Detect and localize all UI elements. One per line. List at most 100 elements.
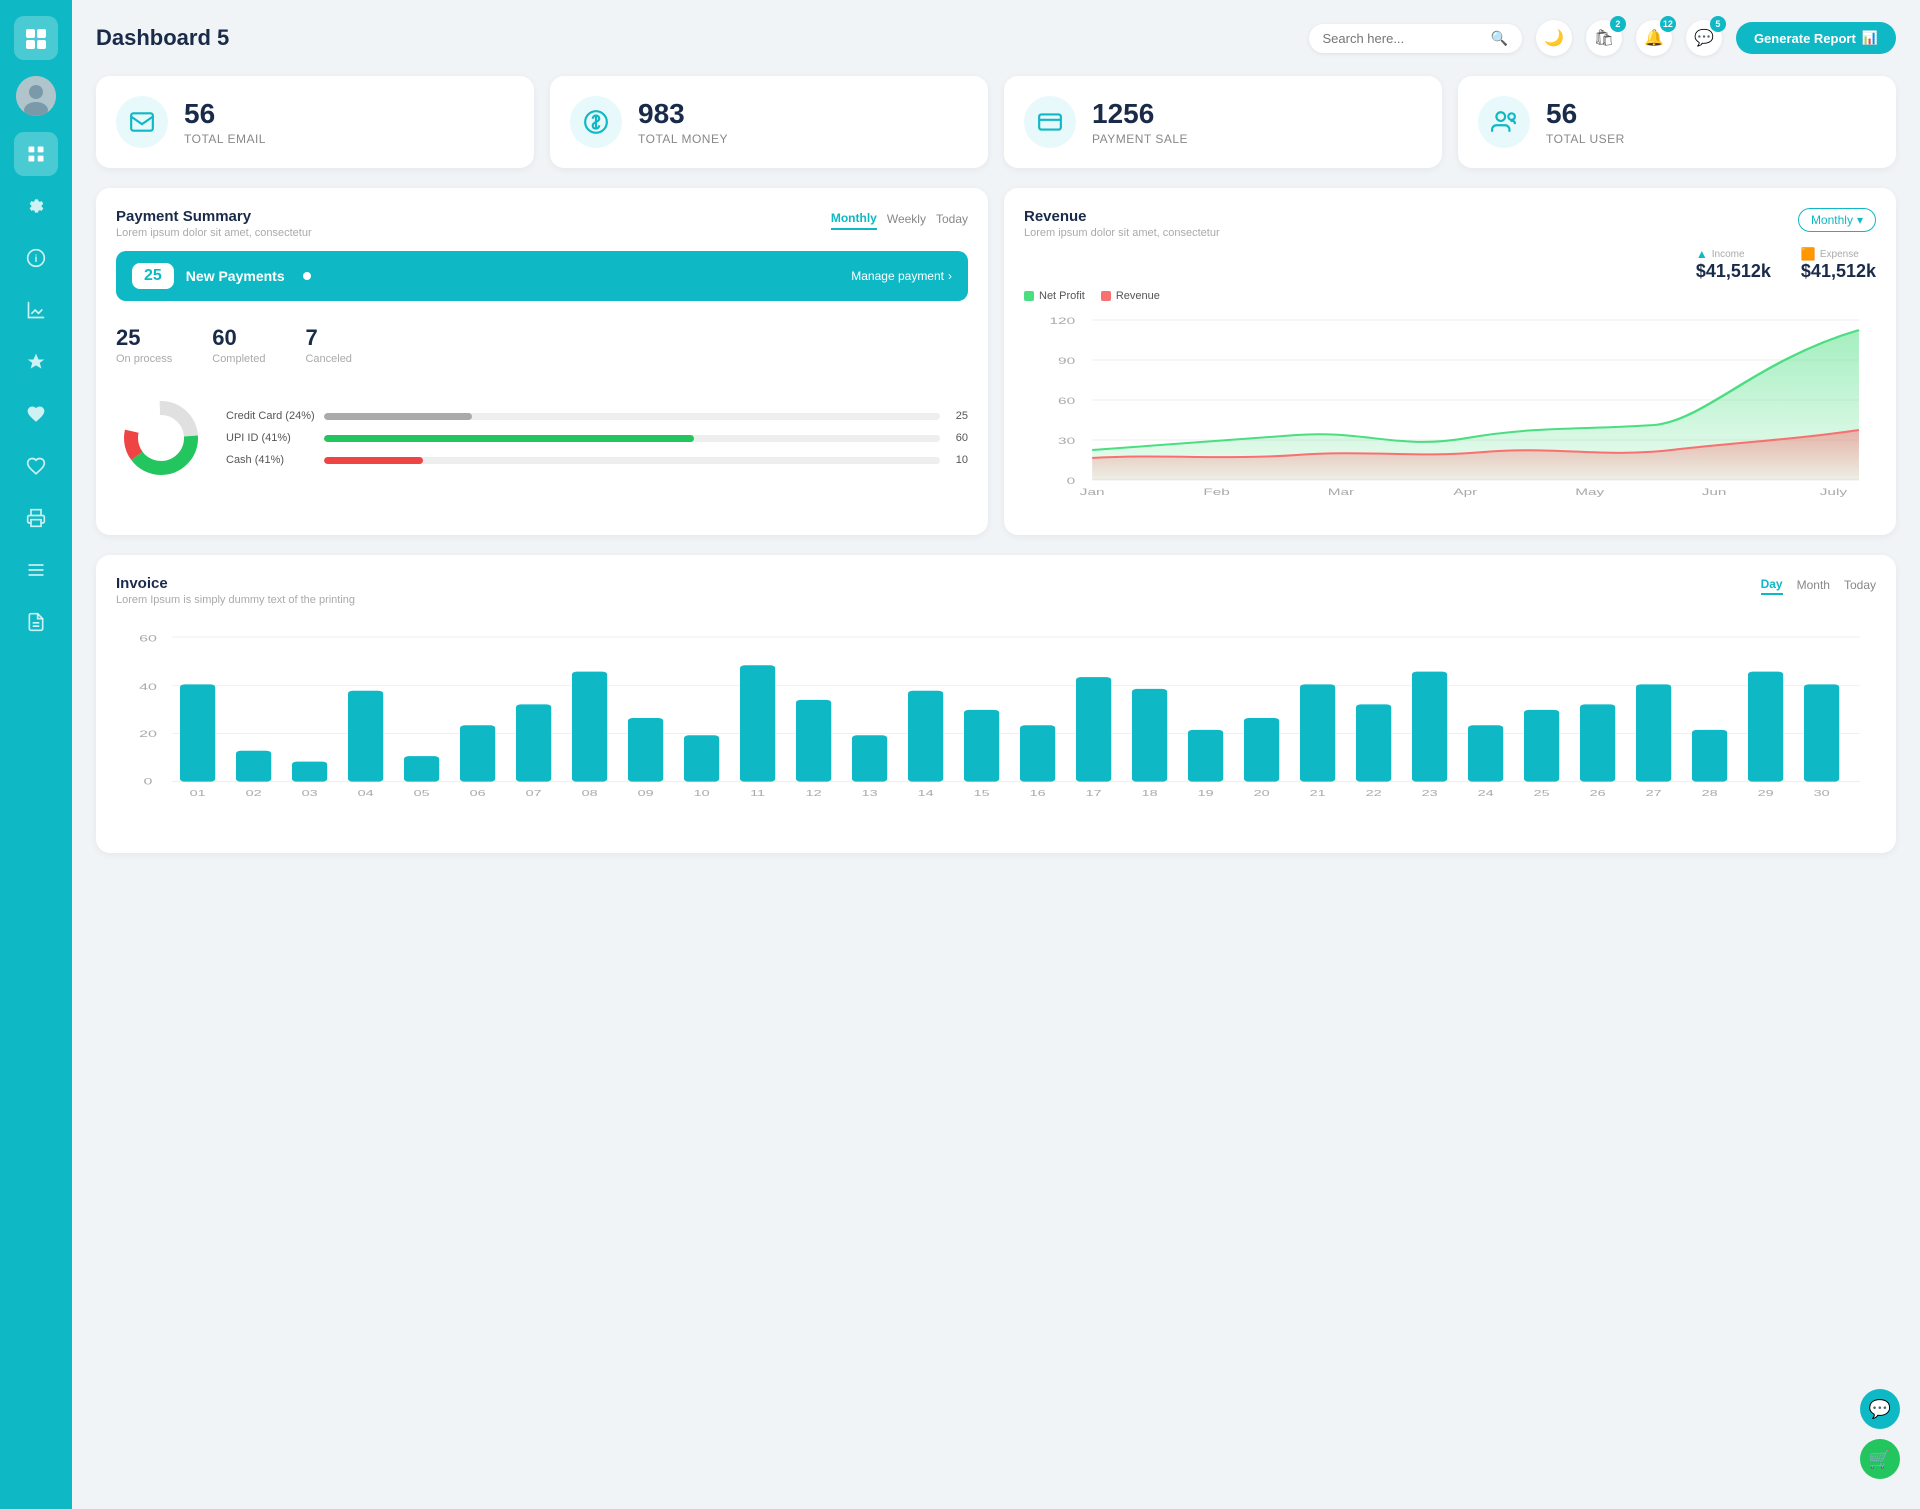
svg-text:13: 13 [862, 789, 878, 798]
invoice-tab-today[interactable]: Today [1844, 575, 1876, 595]
bag-badge: 2 [1610, 16, 1626, 32]
svg-text:120: 120 [1050, 316, 1076, 326]
svg-text:July: July [1820, 487, 1848, 497]
bar-04 [348, 691, 383, 782]
sidebar-item-settings[interactable] [14, 184, 58, 228]
income-up-icon: ▲ [1696, 247, 1708, 261]
svg-text:05: 05 [414, 789, 431, 798]
search-input[interactable] [1323, 31, 1483, 46]
bar-12 [796, 700, 831, 782]
breakdown-bars: Credit Card (24%) 25 UPI ID (41%) 60 [226, 410, 968, 466]
svg-text:02: 02 [246, 789, 262, 798]
svg-text:28: 28 [1702, 789, 1718, 798]
svg-text:Apr: Apr [1453, 487, 1477, 497]
search-box: 🔍 [1309, 24, 1522, 53]
sidebar-item-dashboard[interactable] [14, 132, 58, 176]
chat-badge: 5 [1710, 16, 1726, 32]
email-number: 56 [184, 98, 266, 130]
bar-label-upi: UPI ID (41%) [226, 432, 316, 444]
bag-icon-button[interactable]: 🛍 2 [1586, 20, 1622, 56]
sidebar-logo[interactable] [14, 16, 58, 60]
payment-icon [1024, 96, 1076, 148]
cart-float-button[interactable]: 🛒 [1860, 1439, 1900, 1479]
money-icon [570, 96, 622, 148]
canceled-stat: 7 Canceled [305, 325, 351, 365]
svg-text:Feb: Feb [1203, 487, 1229, 497]
svg-text:12: 12 [806, 789, 822, 798]
support-float-button[interactable]: 💬 [1860, 1389, 1900, 1429]
stat-card-email: 56 TOTAL EMAIL [96, 76, 534, 168]
bar-17 [1076, 677, 1111, 782]
tab-monthly[interactable]: Monthly [831, 208, 877, 230]
invoice-tab-month[interactable]: Month [1797, 575, 1830, 595]
new-payments-bar: 25 New Payments Manage payment › [116, 251, 968, 301]
svg-text:40: 40 [139, 681, 157, 691]
bar-03 [292, 762, 327, 782]
revenue-chart: 120 90 60 30 0 [1024, 310, 1876, 510]
revenue-monthly-select[interactable]: Monthly ▾ [1798, 208, 1876, 232]
bar-track-upi [324, 435, 940, 442]
svg-text:Jun: Jun [1702, 487, 1727, 497]
bar-10 [684, 735, 719, 781]
avatar[interactable] [16, 76, 56, 116]
completed-num: 60 [212, 325, 265, 351]
generate-report-button[interactable]: Generate Report 📊 [1736, 22, 1896, 54]
sidebar-item-heart2[interactable] [14, 444, 58, 488]
user-label: TOTAL USER [1546, 132, 1625, 146]
payment-stats: 25 On process 60 Completed 7 Canceled [116, 317, 968, 373]
svg-text:23: 23 [1422, 789, 1438, 798]
bar-09 [628, 718, 663, 782]
invoice-header: Invoice Lorem Ipsum is simply dummy text… [116, 575, 1876, 606]
expense-icon: 🟧 [1801, 247, 1816, 261]
sidebar-item-analytics[interactable] [14, 288, 58, 332]
invoice-tab-day[interactable]: Day [1761, 575, 1783, 595]
svg-text:20: 20 [1254, 789, 1271, 798]
bar-row-upi: UPI ID (41%) 60 [226, 432, 968, 444]
bar-20 [1244, 718, 1279, 782]
money-label: TOTAL MONEY [638, 132, 728, 146]
payment-number: 1256 [1092, 98, 1188, 130]
svg-text:25: 25 [1534, 789, 1551, 798]
sidebar-item-favorite[interactable] [14, 392, 58, 436]
completed-label: Completed [212, 353, 265, 365]
sidebar-item-info[interactable]: i [14, 236, 58, 280]
legend-net-profit: Net Profit [1024, 290, 1085, 302]
chat-icon-button[interactable]: 💬 5 [1686, 20, 1722, 56]
tab-today[interactable]: Today [936, 209, 968, 229]
tab-weekly[interactable]: Weekly [887, 209, 926, 229]
svg-text:May: May [1575, 487, 1605, 497]
bar-07 [516, 704, 551, 781]
svg-text:30: 30 [1814, 789, 1831, 798]
svg-text:26: 26 [1590, 789, 1606, 798]
sidebar-item-document[interactable] [14, 600, 58, 644]
svg-text:17: 17 [1086, 789, 1102, 798]
sidebar-item-star[interactable] [14, 340, 58, 384]
sidebar-item-list[interactable] [14, 548, 58, 592]
bell-icon-button[interactable]: 🔔 12 [1636, 20, 1672, 56]
new-payments-dot [303, 272, 311, 280]
chevron-down-icon: ▾ [1857, 213, 1863, 227]
svg-text:0: 0 [144, 776, 153, 786]
payment-tab-group: Monthly Weekly Today [831, 208, 968, 230]
bar-08 [572, 672, 607, 782]
theme-toggle-button[interactable]: 🌙 [1536, 20, 1572, 56]
manage-payment-link[interactable]: Manage payment › [851, 269, 952, 283]
sidebar-item-print[interactable] [14, 496, 58, 540]
bar-29 [1748, 672, 1783, 782]
legend-dot-profit [1024, 291, 1034, 301]
svg-text:06: 06 [470, 789, 486, 798]
stat-card-money: 983 TOTAL MONEY [550, 76, 988, 168]
revenue-title: Revenue [1024, 208, 1220, 225]
header: Dashboard 5 🔍 🌙 🛍 2 🔔 12 💬 5 [96, 20, 1896, 56]
svg-text:11: 11 [750, 789, 765, 798]
invoice-bar-chart-wrap: 60 40 20 0 [116, 618, 1876, 833]
expense-label: 🟧 Expense [1801, 247, 1876, 261]
svg-text:30: 30 [1058, 436, 1075, 446]
svg-text:14: 14 [918, 789, 935, 798]
bar-row-creditcard: Credit Card (24%) 25 [226, 410, 968, 422]
bar-chart-icon: 📊 [1862, 30, 1878, 46]
svg-text:19: 19 [1198, 789, 1214, 798]
payment-summary-subtitle: Lorem ipsum dolor sit amet, consectetur [116, 227, 312, 239]
svg-text:15: 15 [974, 789, 991, 798]
svg-text:21: 21 [1310, 789, 1326, 798]
